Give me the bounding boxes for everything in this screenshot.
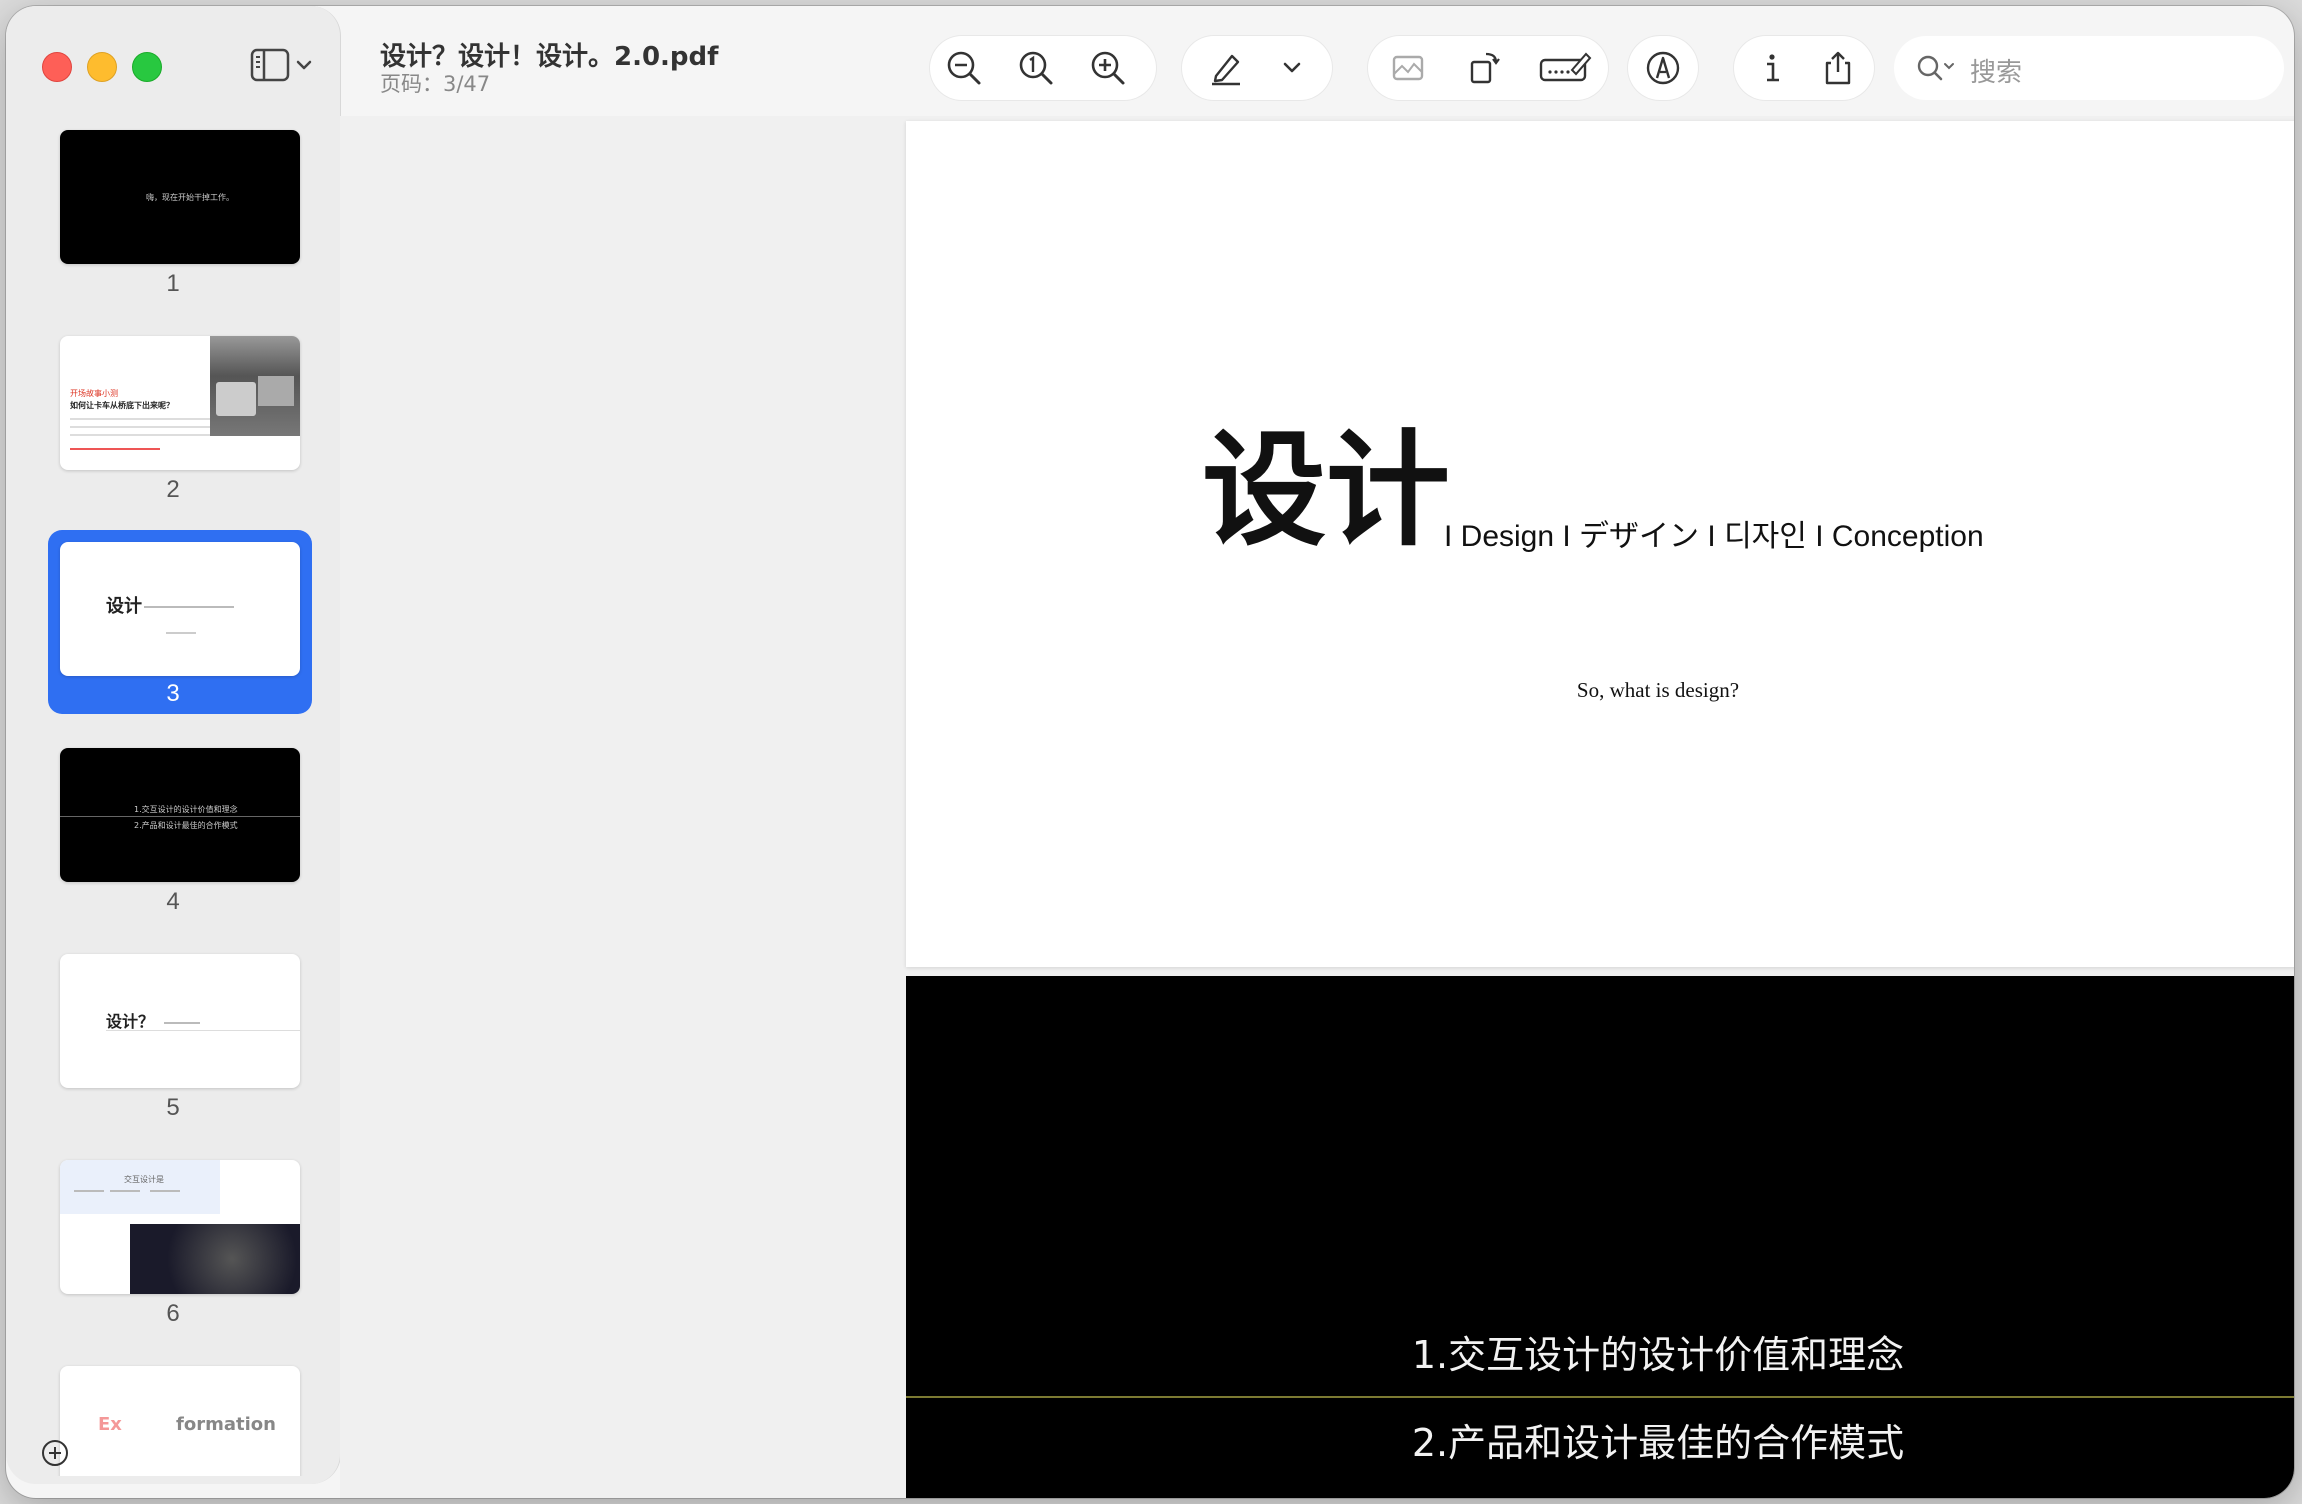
highlight-pen-icon xyxy=(1212,54,1240,86)
thumbnail-number: 2 xyxy=(166,476,180,503)
dark-photo xyxy=(130,1224,300,1294)
thumbnail-page-1[interactable]: 嗨，现在开始干掉工作。 xyxy=(60,130,300,264)
add-page-button[interactable] xyxy=(40,1438,70,1468)
thumbnail-line: 2.产品和设计最佳的合作模式 xyxy=(134,821,238,830)
zoom-out-icon xyxy=(947,51,981,85)
share-button[interactable] xyxy=(1818,48,1858,88)
zoom-button[interactable] xyxy=(132,52,162,82)
page-indicator: 页码：3/47 xyxy=(380,72,491,96)
highlight-options-button[interactable] xyxy=(1272,48,1312,88)
thumbnail-page-6[interactable]: 交互设计是 xyxy=(60,1160,300,1294)
highlight-button[interactable] xyxy=(1206,48,1246,88)
actual-size-button[interactable] xyxy=(1016,48,1056,88)
markup-icon xyxy=(1646,51,1680,85)
close-button[interactable] xyxy=(42,52,72,82)
chevron-down-icon xyxy=(1283,62,1301,73)
thumbnail-page-7[interactable]: Ex formation xyxy=(60,1366,300,1476)
markup-button[interactable] xyxy=(1643,48,1683,88)
signature-button[interactable] xyxy=(1538,48,1592,88)
thumbnail-text: formation xyxy=(176,1414,276,1435)
sidebar-icon xyxy=(250,48,312,82)
search-icon xyxy=(1917,55,1954,81)
page-question: So, what is design? xyxy=(1576,678,1740,702)
zoom-in-icon xyxy=(1091,51,1125,85)
document-view[interactable]: 设计 I Design I デザイン I 디자인 I Conception So… xyxy=(340,116,2294,1498)
zoom-group xyxy=(930,36,1156,100)
rotate-icon xyxy=(1470,52,1500,84)
actual-size-icon xyxy=(1019,51,1053,85)
thumbnail-number: 5 xyxy=(166,1094,180,1121)
thumbnail-number: 6 xyxy=(166,1300,180,1327)
thumbnail-tag: 开场故事小测 xyxy=(70,389,118,398)
zoom-out-button[interactable] xyxy=(944,48,984,88)
markup-group xyxy=(1628,36,1698,100)
thumbnail-text: 嗨，现在开始干掉工作。 xyxy=(146,193,234,202)
thumbnail-text: 设计 xyxy=(106,596,142,617)
preview-window: 嗨，现在开始干掉工作。 1 开场故事小测 如何让卡车从桥底下出来呢？ 2 设计 … xyxy=(6,6,2294,1498)
plus-circle-icon xyxy=(42,1440,68,1466)
agenda-item-2: 2.产品和设计最佳的合作模式 xyxy=(1411,1421,1905,1465)
thumbnail-page-4[interactable]: 1.交互设计的设计价值和理念 2.产品和设计最佳的合作模式 xyxy=(60,748,300,882)
minimize-button[interactable] xyxy=(87,52,117,82)
thumbnail-text: 交互设计是 xyxy=(124,1175,164,1184)
thumbnail-line: 1.交互设计的设计价值和理念 xyxy=(134,805,238,814)
thumbnail-page-3[interactable]: 设计 xyxy=(60,542,300,676)
crop-icon xyxy=(1392,55,1424,81)
search-placeholder: 搜索 xyxy=(1970,58,2023,88)
zoom-in-button[interactable] xyxy=(1088,48,1128,88)
thumbnail-number: 4 xyxy=(166,888,180,915)
share-icon xyxy=(1825,51,1851,85)
page-subheading: I Design I デザイン I 디자인 I Conception xyxy=(1444,520,1984,553)
crop-button[interactable] xyxy=(1388,48,1428,88)
thumbnail-page-2[interactable]: 开场故事小测 如何让卡车从桥底下出来呢？ xyxy=(60,336,300,470)
thumbnail-number: 3 xyxy=(166,680,180,707)
thumbnail-text: 设计？ xyxy=(106,1012,155,1031)
signature-icon xyxy=(1539,52,1592,82)
info-icon xyxy=(1767,54,1779,82)
agenda-item-1: 1.交互设计的设计价值和理念 xyxy=(1411,1333,1905,1377)
pdf-page-4: 1.交互设计的设计价值和理念 2.产品和设计最佳的合作模式 xyxy=(906,976,2294,1498)
sidebar: 嗨，现在开始干掉工作。 1 开场故事小测 如何让卡车从桥底下出来呢？ 2 设计 … xyxy=(6,6,341,1484)
agenda-divider xyxy=(906,1396,2294,1398)
rotate-button[interactable] xyxy=(1464,48,1504,88)
highlight-group xyxy=(1182,36,1332,100)
page-heading: 设计 xyxy=(1202,419,1451,563)
thumbnail-page-5[interactable]: 设计？ xyxy=(60,954,300,1088)
info-button[interactable] xyxy=(1752,48,1792,88)
thumbnail-number: 1 xyxy=(166,270,180,297)
search-input[interactable]: 搜索 xyxy=(1894,36,2284,100)
edit-group xyxy=(1368,36,1608,100)
sidebar-toggle-button[interactable] xyxy=(250,46,322,86)
thumbnail-heading: 如何让卡车从桥底下出来呢？ xyxy=(70,401,174,410)
info-share-group xyxy=(1734,36,1874,100)
pdf-page-3: 设计 I Design I デザイン I 디자인 I Conception So… xyxy=(906,121,2294,967)
thumbnail-list[interactable]: 嗨，现在开始干掉工作。 1 开场故事小测 如何让卡车从桥底下出来呢？ 2 设计 … xyxy=(6,116,340,1476)
truck-photo xyxy=(210,336,300,436)
